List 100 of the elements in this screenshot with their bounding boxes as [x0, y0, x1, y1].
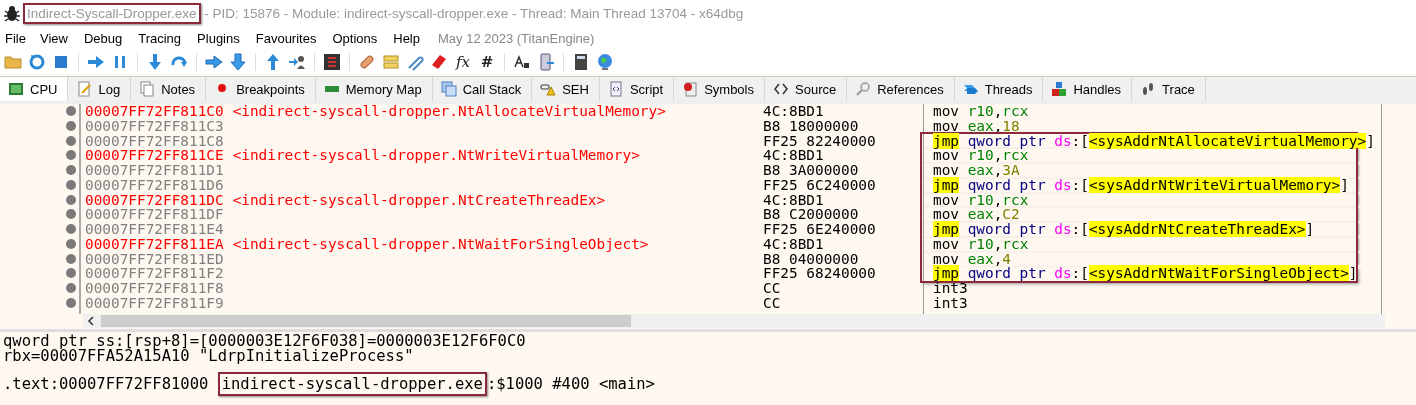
menu-item[interactable]: Tracing	[138, 30, 190, 46]
bullet-icon[interactable]	[66, 135, 76, 146]
instruction-bytes: FF25 6E240000	[763, 221, 876, 237]
bullet-icon[interactable]	[66, 224, 76, 234]
toolbar-button[interactable]: #	[478, 52, 496, 71]
instruction-bytes: FF25 82240000	[763, 132, 876, 149]
mnemonic: jmp	[933, 265, 959, 282]
bullet-icon[interactable]	[66, 106, 76, 116]
address: 00007FF72FF811DF	[85, 206, 224, 223]
address: 00007FF72FF811D1	[85, 162, 224, 178]
symbol-label: <indirect-syscall-dropper.NtWriteVirtualMemory>	[232, 147, 640, 164]
mnemonic: int3	[933, 280, 968, 296]
immediate-value: 3A	[1002, 162, 1020, 178]
bullet-icon[interactable]	[66, 283, 76, 293]
address: 00007FF72FF811EA	[85, 235, 224, 252]
menu-item[interactable]: Favourites	[255, 30, 325, 46]
bullet-icon[interactable]	[66, 120, 76, 131]
symbol-label: <indirect-syscall-dropper.NtAllocateVirtualMemory>	[232, 103, 666, 119]
bullet-icon[interactable]	[66, 165, 76, 175]
symbol-label: <sysAddrNtWaitForSingleObject>	[1088, 265, 1349, 282]
mnemonic: jmp	[933, 221, 959, 237]
horizontal-scrollbar[interactable]	[83, 314, 1385, 328]
mnemonic: mov	[933, 206, 960, 223]
instruction-bytes: 4C:8BD1	[763, 235, 824, 252]
step-out-icon[interactable]	[264, 52, 282, 71]
trace-into-icon[interactable]	[205, 52, 223, 71]
scrollbar-thumb[interactable]	[101, 315, 631, 327]
register: r10	[967, 103, 994, 119]
address: 00007FF72FF811F8	[85, 280, 224, 296]
address: 00007FF72FF811E4	[85, 221, 224, 237]
mnemonic: int3	[933, 294, 968, 311]
address: 00007FF72FF811C3	[85, 117, 224, 134]
magnifier-icon	[855, 81, 872, 97]
menu-item[interactable]: Help	[393, 30, 428, 46]
window-title: - PID: 15876 - Module: indirect-syscall-dropper.exe - Thread: Main Thread 13704 - x64dbg	[203, 6, 744, 21]
bullet-icon[interactable]	[66, 179, 76, 190]
instruction-bytes: B8 04000000	[763, 250, 859, 267]
size-keyword: qword ptr	[967, 176, 1047, 193]
build-date: May 12 2023 (TitanEngine)	[438, 30, 595, 46]
immediate-value: C2	[1002, 206, 1020, 223]
chip-icon	[8, 81, 24, 97]
pages-icon	[139, 81, 156, 97]
bullet-icon[interactable]	[66, 268, 76, 279]
register: rcx	[1002, 147, 1029, 164]
register: eax	[967, 117, 994, 134]
menu-item[interactable]: Plugins	[197, 30, 248, 46]
address: 00007FF72FF811F9	[85, 294, 224, 311]
punctuation: ,	[993, 162, 1003, 178]
segment-register: ds	[1054, 221, 1072, 237]
tab[interactable]: CPU	[0, 77, 69, 101]
menu-item[interactable]: Debug	[83, 30, 131, 46]
register: eax	[967, 250, 994, 267]
symbol-label: <sysAddrNtWriteVirtualMemory>	[1088, 176, 1341, 193]
punctuation: ]	[1340, 176, 1349, 193]
size-keyword: qword ptr	[967, 221, 1047, 237]
address: 00007FF72FF811CE	[85, 147, 224, 164]
immediate-value: 4	[1002, 250, 1011, 267]
address: 00007FF72FF811D6	[85, 176, 224, 193]
punctuation: ,	[993, 206, 1003, 223]
punctuation: ]	[1305, 221, 1315, 237]
instruction-bytes: 4C:8BD1	[763, 191, 824, 208]
restart-icon[interactable]	[28, 52, 46, 71]
register: rcx	[1002, 191, 1029, 208]
step-into-icon[interactable]	[146, 52, 164, 71]
symbol-label: <sysAddrNtAllocateVirtualMemory>	[1088, 132, 1367, 149]
register: eax	[967, 206, 994, 223]
immediate-value: 18	[1002, 117, 1020, 134]
scroll-left-icon[interactable]	[87, 316, 95, 326]
toolbar-button[interactable]: fx	[454, 52, 472, 71]
trace-over-icon[interactable]	[229, 52, 247, 71]
info-line: qword ptr ss:[rsp+8]=[0000003E12F6F038]=0000003E12F6F0C0	[3, 334, 527, 349]
globe-icon[interactable]	[596, 52, 614, 71]
calculator-icon[interactable]	[572, 52, 590, 71]
mnemonic: jmp	[933, 176, 959, 193]
punctuation: :[	[1071, 176, 1089, 193]
device-icon[interactable]	[537, 52, 555, 71]
bullet-icon[interactable]	[66, 150, 76, 161]
mnemonic: mov	[933, 117, 960, 134]
menu-item[interactable]: File	[5, 30, 34, 46]
bullet-icon[interactable]	[66, 238, 76, 249]
menu-item[interactable]: View	[39, 30, 76, 46]
comment-icon[interactable]	[382, 52, 400, 71]
instruction-bytes: FF25 6C240000	[763, 176, 876, 193]
location-text: :$1000 #400 <main>	[486, 375, 655, 393]
instruction-bytes: 4C:8BD1	[763, 103, 824, 119]
instruction-bytes: B8 C2000000	[763, 206, 859, 223]
bug-icon	[3, 4, 21, 23]
register: r10	[967, 147, 994, 164]
bullet-icon[interactable]	[66, 209, 76, 220]
bullet-icon[interactable]	[66, 297, 76, 308]
punctuation: ,	[993, 103, 1003, 119]
punctuation: ,	[993, 235, 1003, 252]
mnemonic: mov	[933, 103, 960, 119]
menu-item[interactable]: Options	[332, 30, 386, 46]
location-text: indirect-syscall-dropper.exe	[217, 372, 487, 396]
bullet-icon[interactable]	[66, 253, 76, 264]
segment-register: ds	[1054, 265, 1072, 282]
windows-icon	[440, 81, 457, 97]
bookmark-icon[interactable]	[430, 52, 448, 71]
bullet-icon[interactable]	[66, 194, 76, 205]
